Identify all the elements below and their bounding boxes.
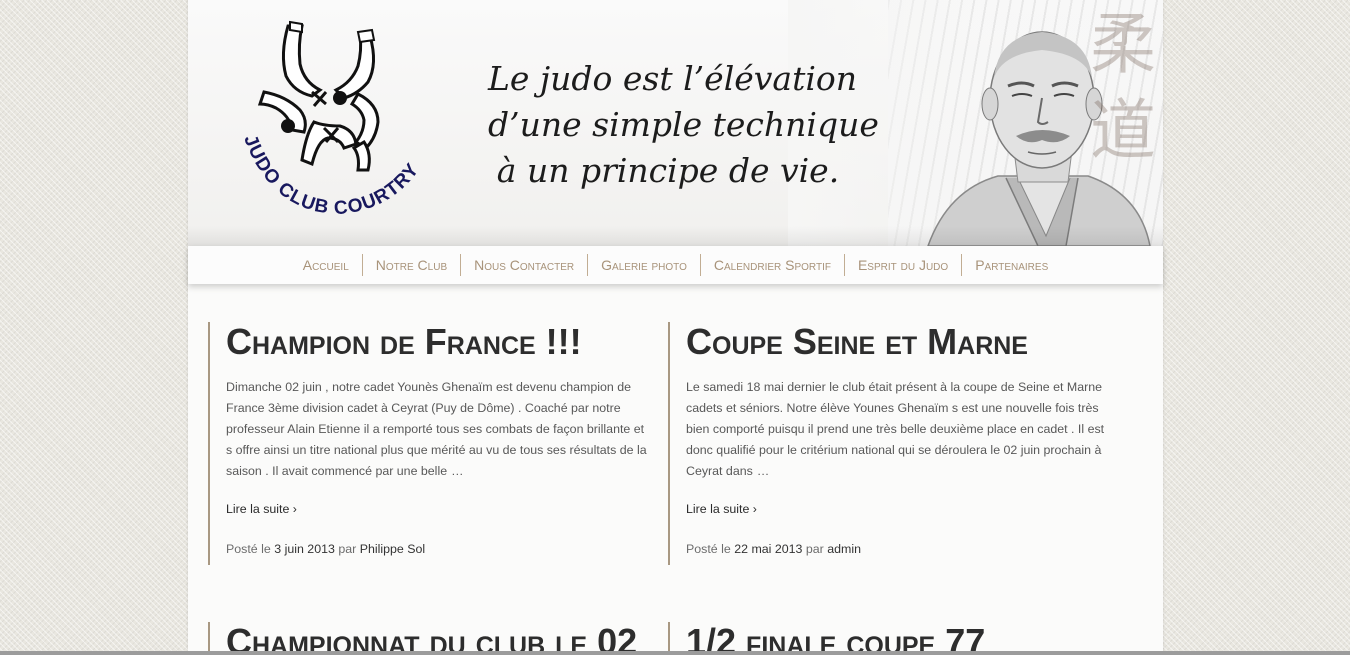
posted-label: Posté le: [226, 542, 271, 556]
post-meta: Posté le 22 mai 2013 par admin: [686, 540, 1108, 558]
post-date-link[interactable]: 22 mai 2013: [734, 542, 802, 556]
nav-item-galerie-photo[interactable]: Galerie photo: [587, 254, 700, 276]
post-card: Coupe Seine et Marne Le samedi 18 mai de…: [668, 322, 1108, 565]
read-more-link[interactable]: Lire la suite ›: [226, 500, 648, 518]
site-header: JUDO CLUB COURTRY Le judo est l’élévatio…: [188, 0, 1163, 246]
by-label: par: [338, 542, 357, 556]
post-title[interactable]: Champion de France !!!: [226, 322, 648, 362]
viewport-bottom-edge: [0, 651, 1350, 655]
post-ellipsis: …: [451, 464, 466, 478]
motto-line: à un principe de vie.: [496, 151, 840, 190]
post-meta: Posté le 3 juin 2013 par Philippe Sol: [226, 540, 648, 558]
logo-text: JUDO CLUB COURTRY: [239, 132, 422, 219]
post-ellipsis: …: [756, 464, 772, 478]
read-more-link[interactable]: Lire la suite ›: [686, 500, 1108, 518]
post-card: Champion de France !!! Dimanche 02 juin …: [208, 322, 648, 565]
post-excerpt: Dimanche 02 juin , notre cadet Younès Gh…: [226, 377, 648, 482]
kanji-character: 道: [1090, 92, 1156, 169]
motto-line: d’une simple technique: [488, 105, 879, 144]
post-excerpt-text: Le samedi 18 mai dernier le club était p…: [686, 380, 1105, 478]
header-motto: Le judo est l’élévation d’une simple tec…: [488, 56, 879, 194]
header-shadow: [188, 226, 1163, 246]
nav-item-calendrier-sportif[interactable]: Calendrier Sportif: [699, 254, 844, 276]
nav-item-notre-club[interactable]: Notre Club: [361, 254, 460, 276]
judo-kanji: 柔 道: [1083, 2, 1163, 174]
post-author-link[interactable]: Philippe Sol: [360, 542, 425, 556]
posted-label: Posté le: [686, 542, 731, 556]
nav-item-nous-contacter[interactable]: Nous Contacter: [460, 254, 587, 276]
nav-item-accueil[interactable]: Accueil: [290, 254, 362, 276]
main-navigation: Accueil Notre Club Nous Contacter Galeri…: [188, 246, 1163, 284]
by-label: par: [805, 542, 824, 556]
nav-item-partenaires[interactable]: Partenaires: [961, 254, 1061, 276]
judo-club-logo-icon[interactable]: JUDO CLUB COURTRY: [228, 14, 448, 224]
motto-line: Le judo est l’élévation: [488, 59, 858, 98]
post-author-link[interactable]: admin: [827, 542, 861, 556]
post-excerpt-text: Dimanche 02 juin , notre cadet Younès Gh…: [226, 380, 647, 478]
svg-text:JUDO CLUB COURTRY: JUDO CLUB COURTRY: [239, 132, 423, 219]
page-container: JUDO CLUB COURTRY Le judo est l’élévatio…: [188, 0, 1163, 655]
post-excerpt: Le samedi 18 mai dernier le club était p…: [686, 377, 1108, 482]
nav-item-esprit-du-judo[interactable]: Esprit du Judo: [843, 254, 961, 276]
kanji-character: 柔: [1090, 6, 1156, 83]
post-date-link[interactable]: 3 juin 2013: [274, 542, 335, 556]
post-title[interactable]: Coupe Seine et Marne: [686, 322, 1108, 362]
